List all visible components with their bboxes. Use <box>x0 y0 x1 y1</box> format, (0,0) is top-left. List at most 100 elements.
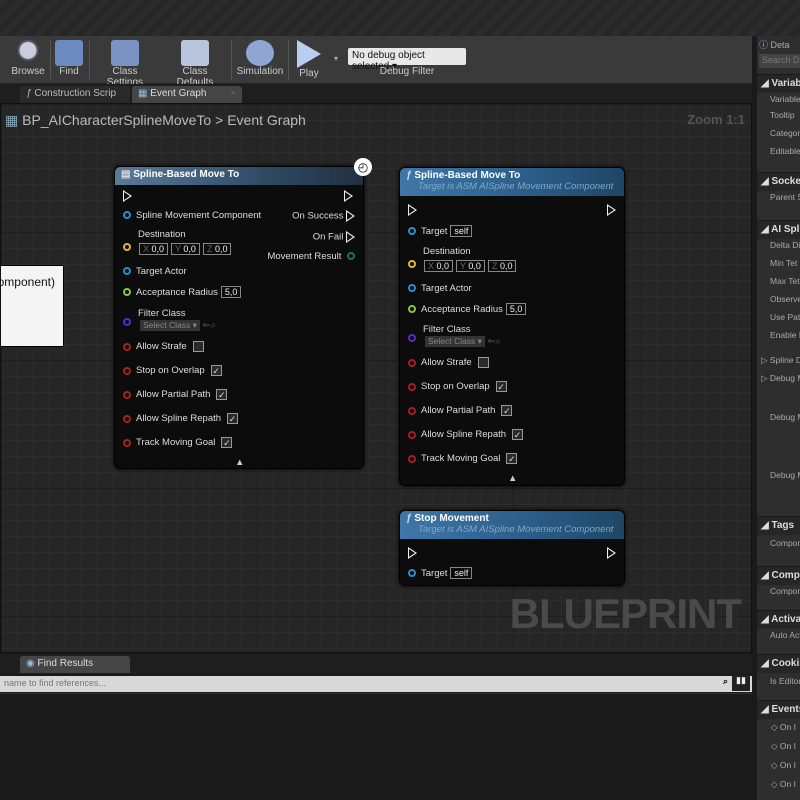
collapse-arrow-icon[interactable]: ▲ <box>508 473 517 484</box>
blueprint-graph-canvas[interactable]: ▦ BP_AICharacterSplineMoveTo > Event Gra… <box>0 103 752 653</box>
tab-event-graph[interactable]: ▦ Event Graph × <box>132 86 242 103</box>
pin-allow-spline-repath[interactable]: Allow Spline Repath ✓ <box>123 413 239 424</box>
y-field[interactable]: Y 0,0 <box>456 260 485 272</box>
details-property[interactable]: Compon <box>770 538 800 548</box>
allow-strafe-checkbox[interactable] <box>192 341 204 352</box>
details-property[interactable]: Debug M <box>770 470 800 480</box>
details-section-header[interactable]: ◢ Tags <box>757 516 800 535</box>
pin-target-actor[interactable]: Target Actor <box>123 266 187 277</box>
details-property[interactable]: ◇ On I <box>771 741 796 752</box>
search-icon[interactable]: ⌕ <box>723 676 728 687</box>
stop-on-overlap-checkbox[interactable]: ✓ <box>495 381 507 392</box>
pin-target[interactable]: Target self <box>408 225 473 237</box>
pin-target-actor[interactable]: Target Actor <box>408 283 472 294</box>
details-section-header[interactable]: ◢ AI Splin <box>757 220 800 239</box>
debug-filter-select[interactable]: No debug object selected ▾ <box>348 48 466 72</box>
play-button[interactable]: Play <box>292 38 326 82</box>
details-property[interactable]: Is Editor <box>770 676 800 686</box>
binoculars-icon[interactable]: ▮▮ <box>732 675 750 691</box>
collapse-arrow-icon[interactable]: ▲ <box>235 457 244 468</box>
play-options-dropdown[interactable]: ▾ <box>334 54 338 63</box>
class-settings-button[interactable]: Class Settings <box>94 38 156 88</box>
track-moving-goal-checkbox[interactable]: ✓ <box>221 437 233 448</box>
details-property[interactable]: Editable <box>770 146 800 156</box>
details-property[interactable]: Max Tet <box>770 276 800 286</box>
details-section-header[interactable]: ◢ Events <box>757 700 800 719</box>
y-field[interactable]: Y 0,0 <box>171 243 200 255</box>
exec-in-pin[interactable] <box>123 190 132 202</box>
z-field[interactable]: Z 0,0 <box>202 243 232 255</box>
exec-in-pin[interactable] <box>408 204 417 216</box>
details-property[interactable]: ▷ Spline D <box>761 355 800 366</box>
find-button[interactable]: Find <box>52 38 86 82</box>
pin-target[interactable]: Target self <box>408 567 473 579</box>
pin-movement-result[interactable]: Movement Result <box>267 251 355 262</box>
details-property[interactable]: Compon <box>770 586 800 596</box>
allow-spline-repath-checkbox[interactable]: ✓ <box>227 413 239 424</box>
simulation-button[interactable]: Simulation <box>236 38 284 82</box>
select-class-dropdown[interactable]: Select Class ▾ <box>425 336 485 347</box>
details-property[interactable]: Observe <box>770 294 800 304</box>
details-section-header[interactable]: ◢ Compor <box>757 566 800 585</box>
acceptance-radius-field[interactable]: 5,0 <box>220 286 242 298</box>
tab-construction-script[interactable]: ƒ Construction Scrip <box>20 86 130 103</box>
find-references-input[interactable]: name to find references... ⌕ ▮▮ <box>0 675 752 692</box>
track-moving-goal-checkbox[interactable]: ✓ <box>506 453 518 464</box>
details-property[interactable]: Enable D <box>770 330 800 340</box>
pin-allow-partial-path[interactable]: Allow Partial Path ✓ <box>123 389 228 400</box>
details-property[interactable]: Variable <box>770 94 800 104</box>
details-property[interactable]: Categor <box>770 128 800 138</box>
allow-partial-path-checkbox[interactable]: ✓ <box>501 405 513 416</box>
pin-track-moving-goal[interactable]: Track Moving Goal ✓ <box>408 453 518 464</box>
exec-out-pin[interactable] <box>607 204 616 216</box>
pin-spline-movement-component[interactable]: Spline Movement Component <box>123 210 261 221</box>
z-field[interactable]: Z 0,0 <box>487 260 517 272</box>
pin-allow-strafe[interactable]: Allow Strafe <box>123 341 204 352</box>
pin-stop-on-overlap[interactable]: Stop on Overlap ✓ <box>408 381 507 392</box>
stop-movement-node[interactable]: ƒ Stop Movement Target is ASM AISpline Mo… <box>399 510 625 586</box>
details-property[interactable]: ▷ Debug M <box>761 373 800 384</box>
pin-destination[interactable]: Destination X 0,0 Y 0,0 Z 0,0 <box>123 229 232 255</box>
x-field[interactable]: X 0,0 <box>424 260 454 272</box>
class-defaults-button[interactable]: Class Defaults <box>163 38 227 88</box>
details-section-header[interactable]: ◢ Activat <box>757 610 800 629</box>
pin-stop-on-overlap[interactable]: Stop on Overlap ✓ <box>123 365 222 376</box>
details-section-header[interactable]: ◢ Cooking <box>757 654 800 673</box>
allow-strafe-checkbox[interactable] <box>477 357 489 368</box>
close-tab-icon[interactable]: × <box>230 88 236 99</box>
exec-in-pin[interactable] <box>408 547 417 559</box>
select-class-dropdown[interactable]: Select Class ▾ <box>140 320 200 331</box>
details-section-header[interactable]: ◢ Socket <box>757 172 800 191</box>
stop-on-overlap-checkbox[interactable]: ✓ <box>210 365 222 376</box>
acceptance-radius-field[interactable]: 5,0 <box>505 303 527 315</box>
pin-filter-class[interactable]: Filter Class Select Class ▾ ⇐⌕ <box>408 324 501 347</box>
details-property[interactable]: Use Pat <box>770 312 800 322</box>
pin-on-success[interactable]: On Success <box>292 210 355 222</box>
exec-out-pin[interactable] <box>607 547 616 559</box>
pin-destination[interactable]: Destination X 0,0 Y 0,0 Z 0,0 <box>408 246 517 272</box>
details-section-header[interactable]: ◢ Variable <box>757 74 800 93</box>
spline-move-to-function-node[interactable]: ƒ Spline-Based Move To Target is ASM AISp… <box>399 167 625 486</box>
spline-move-to-async-node[interactable]: ▤ Spline-Based Move To ◴ Spline Movement… <box>114 158 372 469</box>
x-field[interactable]: X 0,0 <box>139 243 169 255</box>
browse-button[interactable]: Browse <box>8 38 48 82</box>
details-property[interactable]: Tooltip <box>770 110 795 120</box>
tab-find-results[interactable]: ◉ Find Results <box>20 656 130 673</box>
breadcrumb-blueprint[interactable]: BP_AICharacterSplineMoveTo <box>22 112 211 128</box>
details-property[interactable]: Auto Act <box>770 630 800 640</box>
details-property[interactable]: ◇ On I <box>771 722 796 733</box>
details-property[interactable]: Parent S <box>770 192 800 202</box>
allow-partial-path-checkbox[interactable]: ✓ <box>216 389 228 400</box>
details-search-input[interactable]: Search D <box>759 54 800 68</box>
pin-allow-spline-repath[interactable]: Allow Spline Repath ✓ <box>408 429 524 440</box>
pin-acceptance-radius[interactable]: Acceptance Radius 5,0 <box>408 303 527 315</box>
pin-allow-partial-path[interactable]: Allow Partial Path ✓ <box>408 405 513 416</box>
details-property[interactable]: Delta Di <box>770 240 800 250</box>
details-property[interactable]: ◇ On I <box>771 760 796 771</box>
pin-allow-strafe[interactable]: Allow Strafe <box>408 357 489 368</box>
details-property[interactable]: Min Tet <box>770 258 797 268</box>
details-tab[interactable]: ⓘ Deta <box>759 38 790 51</box>
exec-out-pin[interactable] <box>344 190 353 202</box>
details-property[interactable]: ◇ On I <box>771 779 796 790</box>
allow-spline-repath-checkbox[interactable]: ✓ <box>512 429 524 440</box>
